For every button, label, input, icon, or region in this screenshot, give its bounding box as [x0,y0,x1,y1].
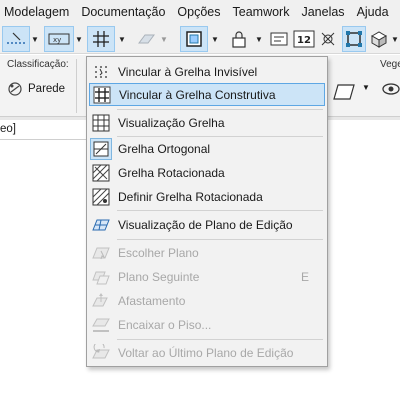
3d-view-button[interactable] [368,26,390,52]
dimension-button[interactable] [268,26,290,52]
menu-item-grid-display[interactable]: Visualização Grelha [89,111,325,134]
svg-text:12: 12 [297,35,311,46]
menu-separator [117,339,323,340]
menu-item-label: Encaixar o Piso... [118,317,212,332]
menu-item-label: Grelha Rotacionada [118,165,225,180]
chevron-down-icon: ▼ [391,34,399,44]
grid-snap-dropdown-menu: Vincular à Grelha Invisível Vincular à G… [86,56,328,367]
menu-item-snap-construction-grid[interactable]: Vincular à Grelha Construtiva [89,83,325,106]
menu-item-label: Visualização Grelha [118,115,225,130]
menu-item-label: Plano Seguinte [118,269,200,284]
editing-plane-icon [138,34,155,44]
wall-icon [8,82,22,96]
menu-separator [117,239,323,240]
menu-item-editing-plane-display[interactable]: Visualização de Plano de Edição [89,213,325,236]
orthogonal-grid-icon [90,137,112,160]
menu-documentacao[interactable]: Documentação [75,0,171,24]
offset-icon [90,290,112,312]
menu-teamwork[interactable]: Teamwork [227,0,296,24]
shortcut-label: E [300,269,309,284]
snap-reference-icon: xy [48,33,70,45]
menu-item-back-to-last-plane[interactable]: Voltar ao Último Plano de Edição [89,341,325,364]
wall-label: Parede [28,83,66,95]
menu-item-fit-to-story[interactable]: Encaixar o Piso... [89,313,325,336]
story-number-button[interactable]: 12 [292,26,316,52]
back-to-last-plane-icon [90,342,112,364]
eye-icon[interactable] [382,82,400,99]
menu-item-label: Definir Grelha Rotacionada [118,189,263,204]
grid-snap-dropdown[interactable]: ▼ [116,26,128,52]
wall-classification-button[interactable]: Parede [7,81,65,97]
construction-grid-snap-icon [91,84,113,106]
menu-item-rotated-grid[interactable]: Grelha Rotacionada [89,161,325,184]
menu-separator [117,109,323,110]
standard-toolbar: ▼ xy ▼ ▼ ▼ ▼ ▼ 12 ▼ [0,24,400,54]
menu-ajuda[interactable]: Ajuda [351,0,395,24]
dimension-icon [270,32,288,46]
menu-separator [117,210,323,211]
story-number-icon: 12 [293,30,315,48]
snap-reference-dropdown[interactable]: ▼ [74,26,84,52]
menu-item-label: Escolher Plano [118,245,199,260]
grid-snap-icon [93,31,109,47]
menu-bar: Modelagem Documentação Opções Teamwork J… [0,0,400,24]
vegetation-label: Vege [380,59,400,70]
rotated-grid-icon [90,162,112,184]
parallelogram-icon [333,84,355,100]
choose-plane-icon [90,242,112,264]
invisible-grid-snap-icon [90,61,112,83]
next-plane-icon [90,266,112,288]
chevron-down-icon: ▼ [118,34,126,44]
3d-view-dropdown[interactable]: ▼ [390,26,400,52]
chevron-down-icon: ▼ [75,34,83,44]
editing-plane-button[interactable] [134,26,158,52]
menu-item-choose-plane[interactable]: Escolher Plano [89,241,325,264]
view-tab-label: eo] [0,123,16,135]
lock-dropdown[interactable]: ▼ [254,26,264,52]
selection-icon [346,31,362,47]
menu-item-label: Visualização de Plano de Edição [118,217,293,232]
info-box-divider [76,59,77,113]
layout-view-dropdown[interactable]: ▼ [209,26,221,52]
menu-item-snap-invisible-grid[interactable]: Vincular à Grelha Invisível [89,60,325,83]
editing-plane-dropdown[interactable]: ▼ [158,26,170,52]
menu-opcoes[interactable]: Opções [171,0,226,24]
menu-item-offset[interactable]: Afastamento [89,289,325,312]
menu-item-label: Voltar ao Último Plano de Edição [118,345,294,360]
chevron-down-icon: ▼ [160,34,168,44]
geometry-method-button[interactable] [330,81,356,106]
editing-plane-display-icon [90,214,112,236]
selection-button[interactable] [342,26,366,52]
menu-item-label: Vincular à Grelha Construtiva [119,87,276,102]
chevron-down-icon: ▼ [31,34,39,44]
lock-icon [232,31,246,48]
guide-lines-button[interactable] [2,26,30,52]
snap-reference-button[interactable]: xy [44,26,74,52]
menu-janelas[interactable]: Janelas [295,0,350,24]
layout-view-button[interactable] [180,26,208,52]
layout-view-icon [186,31,202,47]
trace-button[interactable] [318,26,338,52]
menu-item-define-rotated-grid[interactable]: Definir Grelha Rotacionada [89,185,325,208]
grid-display-icon [90,112,112,134]
menu-item-next-plane[interactable]: Plano Seguinte E [89,265,325,288]
chevron-down-icon[interactable]: ▼ [362,83,370,92]
3d-box-icon [370,31,388,48]
svg-text:xy: xy [53,36,61,44]
menu-item-label: Afastamento [118,293,186,308]
fit-to-story-icon [90,314,112,336]
chevron-down-icon: ▼ [211,34,219,44]
menu-item-orthogonal-grid[interactable]: Grelha Ortogonal [89,137,325,160]
guide-lines-dropdown[interactable]: ▼ [30,26,40,52]
menu-item-label: Vincular à Grelha Invisível [118,64,258,79]
guide-lines-icon [7,32,25,44]
chevron-down-icon: ▼ [255,34,263,44]
menu-modelagem[interactable]: Modelagem [0,0,75,24]
grid-snap-button[interactable] [87,26,115,52]
trace-icon [321,32,335,46]
define-rotated-grid-icon [90,186,112,208]
lock-button[interactable] [228,26,250,52]
classification-label: Classificação: [7,59,69,70]
menu-item-label: Grelha Ortogonal [118,141,211,156]
